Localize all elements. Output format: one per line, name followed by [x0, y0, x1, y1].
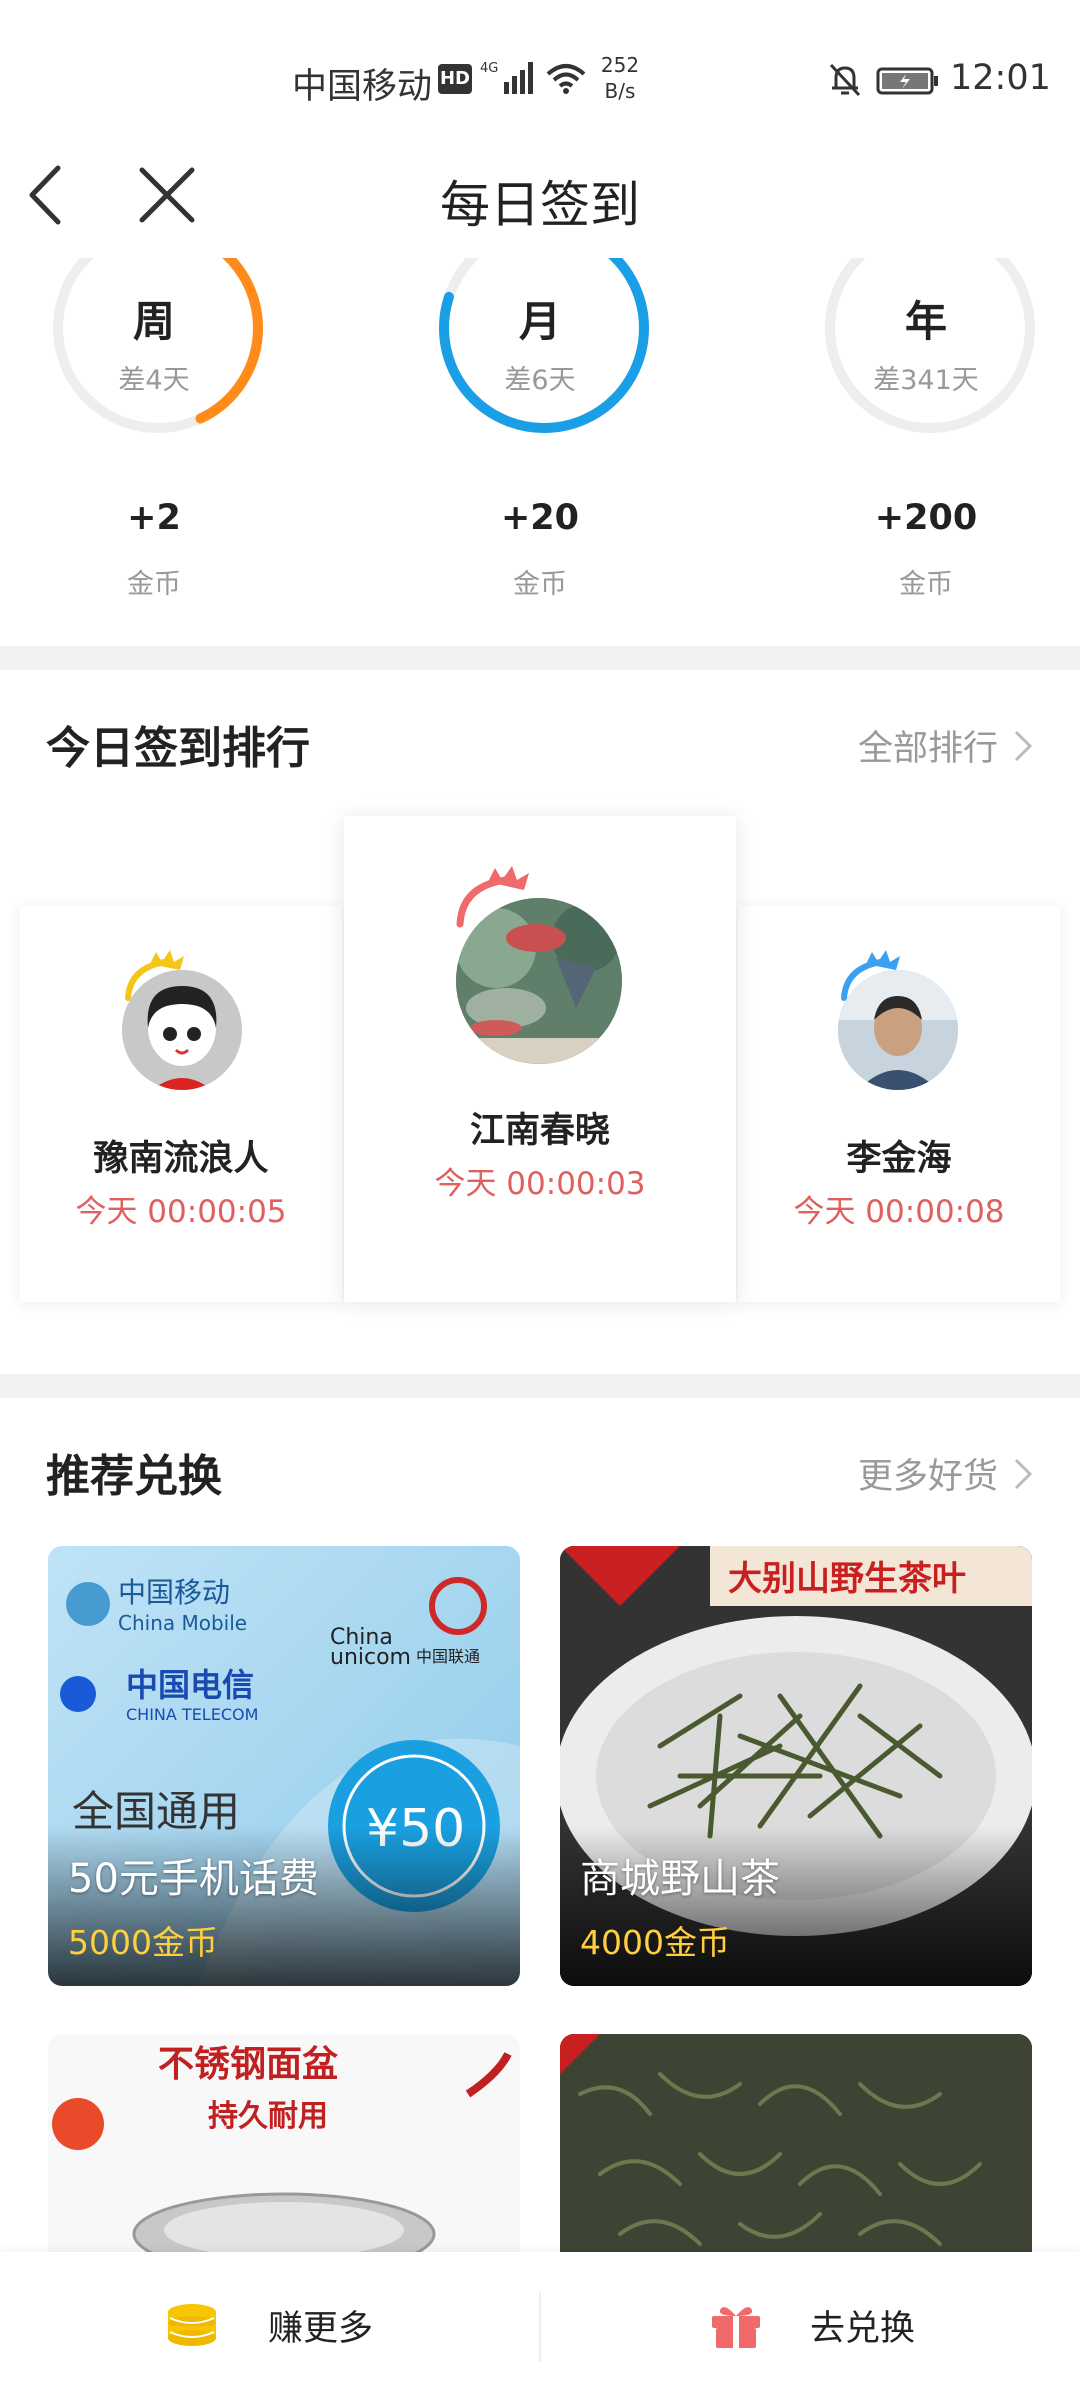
avatar — [456, 898, 622, 1064]
product-price: 4000金币 — [580, 1923, 730, 1962]
section-divider — [0, 1374, 1080, 1398]
year-reward: +200 — [874, 498, 978, 538]
unicom-text: unicom — [330, 1645, 411, 1670]
month-reward-unit: 金币 — [513, 569, 567, 600]
month-ring: 月 差6天 +20 金币 — [410, 258, 670, 638]
rank-name: 李金海 — [846, 1139, 952, 1179]
basin-subtitle-text: 持久耐用 — [208, 2099, 328, 2134]
exchange-button[interactable]: 去兑换 — [540, 2252, 1080, 2400]
rank-name: 江南春晓 — [469, 1111, 610, 1151]
product-card[interactable]: 大别山野生茶叶 商城野山茶 4000金币 — [560, 1546, 1032, 1986]
speed-unit: B/s — [604, 79, 636, 103]
earn-more-button[interactable]: 赚更多 — [0, 2252, 540, 2400]
china-telecom-en-text: CHINA TELECOM — [126, 1705, 258, 1724]
speed-value: 252 — [600, 53, 640, 77]
network-type: 4G — [480, 61, 498, 76]
nav-bar: 每日签到 — [0, 140, 1080, 250]
week-reward-unit: 金币 — [127, 569, 181, 600]
week-reward: +2 — [127, 498, 181, 538]
year-ring: 年 差341天 +200 金币 — [796, 258, 1056, 638]
carrier-name: 中国移动 — [292, 67, 433, 107]
china-mobile-en-text: China Mobile — [118, 1611, 247, 1635]
year-label: 年 — [904, 297, 947, 346]
basin-title-text: 不锈钢面盆 — [158, 2043, 338, 2085]
exchange-label: 去兑换 — [810, 2309, 916, 2349]
clock: 12:01 — [950, 58, 1051, 98]
sign-progress-rings: 周 差4天 +2 金币 月 差6天 +20 金币 年 差341天 +200 金币 — [0, 258, 1080, 638]
hd-badge: HD — [438, 64, 472, 94]
week-label: 周 — [132, 297, 175, 346]
network-speed: 252 B/s — [600, 52, 640, 104]
year-remaining: 差341天 — [873, 365, 979, 396]
china-mobile-text: 中国移动 — [118, 1576, 230, 1609]
signal-icon: 4G — [480, 61, 533, 94]
avatar-image — [122, 970, 242, 1090]
section-divider — [0, 646, 1080, 670]
tea-banner-text: 大别山野生茶叶 — [728, 1559, 966, 1599]
avatar — [122, 970, 242, 1090]
more-goods-link[interactable]: 更多好货 — [858, 1448, 1034, 1499]
product-card[interactable] — [560, 2034, 1032, 2264]
month-remaining: 差6天 — [504, 365, 576, 396]
month-reward: +20 — [500, 498, 580, 538]
week-remaining: 差4天 — [118, 365, 190, 396]
all-ranking-link[interactable]: 全部排行 — [858, 720, 1034, 771]
all-ranking-label: 全部排行 — [857, 729, 998, 769]
rank-card-third[interactable]: 李金海 今天 00:00:08 — [738, 906, 1060, 1302]
bottom-action-bar: 赚更多 去兑换 — [0, 2252, 1080, 2400]
year-reward-unit: 金币 — [899, 569, 953, 600]
rank-time: 今天 00:00:05 — [75, 1194, 287, 1230]
page-title: 每日签到 — [440, 176, 640, 234]
month-label: 月 — [518, 297, 561, 346]
product-price: 5000金币 — [68, 1923, 218, 1962]
ranking-title: 今日签到排行 — [46, 723, 310, 774]
wifi-icon — [546, 64, 586, 94]
product-image — [560, 2034, 1032, 2264]
product-card[interactable]: 中国移动 China Mobile 中国电信 CHINA TELECOM Chi… — [48, 1546, 520, 1986]
coins-icon — [168, 2304, 216, 2346]
avatar — [838, 970, 958, 1090]
recommend-title: 推荐兑换 — [46, 1451, 222, 1502]
china-unicom-cn-text: 中国联通 — [416, 1647, 480, 1666]
avatar-image — [838, 970, 958, 1090]
battery-icon — [876, 67, 938, 95]
rank-time: 今天 00:00:03 — [434, 1166, 646, 1202]
rank-card-second[interactable]: 豫南流浪人 今天 00:00:05 — [20, 906, 342, 1302]
product-name: 商城野山茶 — [580, 1856, 780, 1902]
chevron-right-icon — [1014, 730, 1033, 761]
earn-more-label: 赚更多 — [268, 2309, 374, 2349]
mute-bell-icon — [829, 63, 861, 97]
avatar-image — [456, 898, 622, 1064]
chevron-right-icon — [1014, 1458, 1033, 1489]
product-image: 不锈钢面盆 持久耐用 — [48, 2034, 520, 2264]
china-telecom-text: 中国电信 — [126, 1666, 254, 1704]
rank-time: 今天 00:00:08 — [793, 1194, 1005, 1230]
rank-name: 豫南流浪人 — [93, 1139, 269, 1179]
rank-card-first[interactable]: 江南春晓 今天 00:00:03 — [344, 816, 736, 1302]
product-name: 50元手机话费 — [68, 1856, 319, 1902]
status-bar: 中国移动 HD 4G 252 B/s 12:01 — [0, 0, 1080, 150]
week-ring: 周 差4天 +2 金币 — [24, 258, 284, 638]
gift-icon — [712, 2307, 760, 2348]
more-goods-label: 更多好货 — [857, 1457, 998, 1497]
product-card[interactable]: 不锈钢面盆 持久耐用 — [48, 2034, 520, 2264]
